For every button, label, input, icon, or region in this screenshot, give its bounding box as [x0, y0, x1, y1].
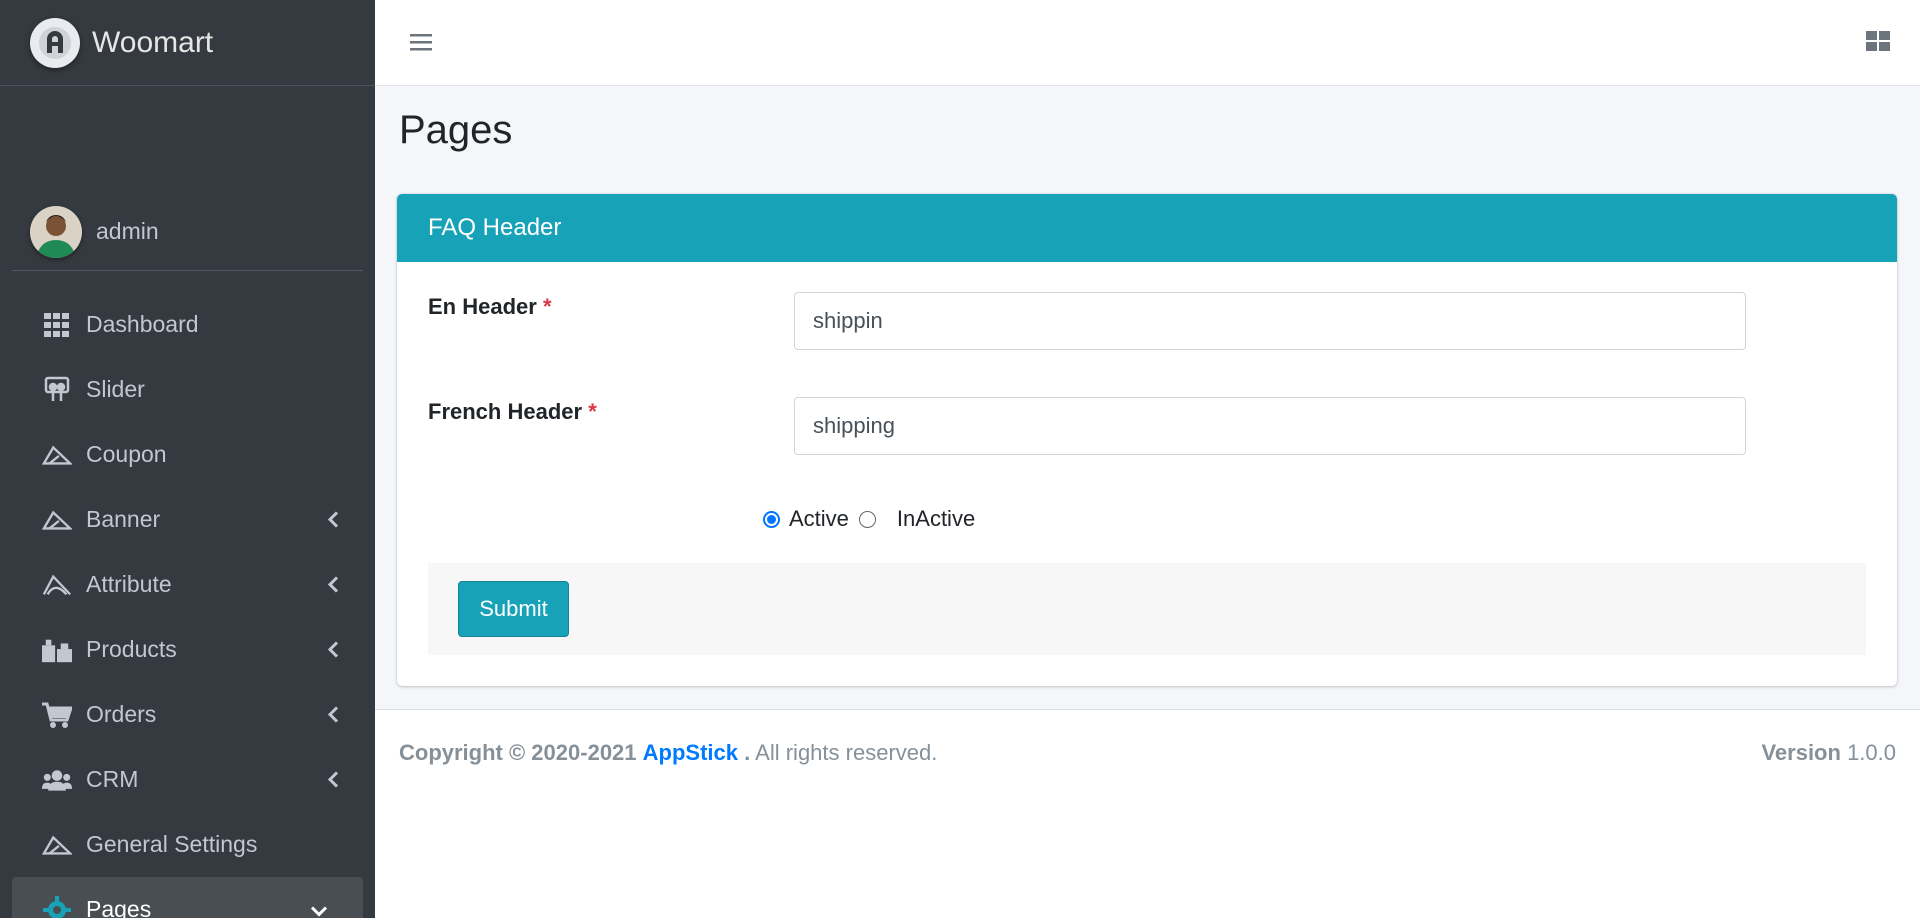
sidebar-item-general-settings[interactable]: General Settings [0, 812, 375, 877]
sidebar-item-label: Dashboard [86, 311, 199, 337]
sidebar-item-attribute[interactable]: Attribute [0, 552, 375, 617]
version-text: Version 1.0.0 [1761, 740, 1896, 765]
sidebar-item-label: Banner [86, 506, 161, 532]
card-footer: Submit [428, 563, 1866, 655]
slideshare-icon [42, 375, 72, 405]
sidebar-item-coupon[interactable]: Coupon [0, 422, 375, 487]
chevron-down-icon [310, 896, 328, 918]
sidebar-item-orders[interactable]: Orders [0, 682, 375, 747]
brand-name: Woomart [92, 25, 214, 59]
chevron-left-icon [327, 506, 339, 533]
sidebar-item-label: Coupon [86, 441, 167, 467]
required-mark: * [588, 399, 597, 424]
sidebar-item-label: General Settings [86, 831, 258, 857]
coupon-icon [42, 440, 72, 470]
cog-icon [42, 895, 72, 918]
inactive-radio[interactable] [858, 510, 876, 528]
avatar [30, 205, 82, 258]
settings-icon [42, 830, 72, 860]
brand-link[interactable]: Woomart [0, 0, 375, 86]
chevron-left-icon [327, 571, 339, 598]
sidebar-item-slider[interactable]: Slider [0, 357, 375, 422]
french-header-input[interactable] [794, 397, 1746, 455]
french-header-label: French Header * [428, 399, 597, 424]
gifts-icon [42, 635, 72, 665]
sidebar-item-label: Attribute [86, 571, 172, 597]
inactive-radio-label[interactable]: InActive [897, 506, 975, 532]
hamburger-menu-icon[interactable] [409, 30, 433, 54]
card-title: FAQ Header [397, 194, 1897, 262]
apps-grid-icon[interactable] [1866, 30, 1890, 54]
sidebar-item-label: Orders [86, 701, 157, 727]
sidebar-item-products[interactable]: Products [0, 617, 375, 682]
user-panel[interactable]: admin [12, 193, 363, 271]
en-header-label: En Header * [428, 294, 552, 319]
attribute-icon [42, 570, 72, 600]
sidebar-item-dashboard[interactable]: Dashboard [0, 292, 375, 357]
chevron-left-icon [327, 766, 339, 793]
active-radio-label[interactable]: Active [789, 506, 849, 532]
top-navbar [375, 0, 1920, 86]
copyright-text: Copyright © 2020-2021 AppStick . All rig… [399, 740, 938, 765]
sidebar-item-banner[interactable]: Banner [0, 487, 375, 552]
sidebar-item-label: CRM [86, 766, 139, 792]
active-radio[interactable] [763, 510, 780, 528]
company-link[interactable]: AppStick [643, 740, 738, 765]
sidebar-item-pages[interactable]: Pages [12, 877, 363, 918]
sidebar: Woomart admin Dashboard Slider Coupon Ba… [0, 0, 375, 918]
main-footer: Copyright © 2020-2021 AppStick . All rig… [375, 709, 1920, 918]
sidebar-item-label: Pages [86, 896, 152, 918]
user-name: admin [96, 218, 159, 244]
sidebar-nav: Dashboard Slider Coupon Banner Attribute… [0, 292, 375, 918]
faq-header-card: FAQ Header En Header * French Header * A… [397, 194, 1897, 686]
french-header-row: French Header * [428, 399, 794, 425]
brand-logo-icon [30, 17, 80, 68]
sidebar-item-label: Slider [86, 376, 145, 402]
en-header-input[interactable] [794, 292, 1746, 350]
cart-icon [42, 700, 72, 730]
page-title: Pages [399, 108, 513, 152]
sidebar-item-label: Products [86, 636, 177, 662]
users-icon [42, 765, 72, 795]
grid-icon [42, 310, 72, 340]
chevron-left-icon [327, 701, 339, 728]
submit-button[interactable]: Submit [458, 581, 569, 637]
en-header-row: En Header * [428, 294, 794, 320]
status-radio-group: Active InActive [763, 506, 975, 532]
banner-icon [42, 505, 72, 535]
chevron-left-icon [327, 636, 339, 663]
required-mark: * [542, 294, 552, 319]
sidebar-item-crm[interactable]: CRM [0, 747, 375, 812]
